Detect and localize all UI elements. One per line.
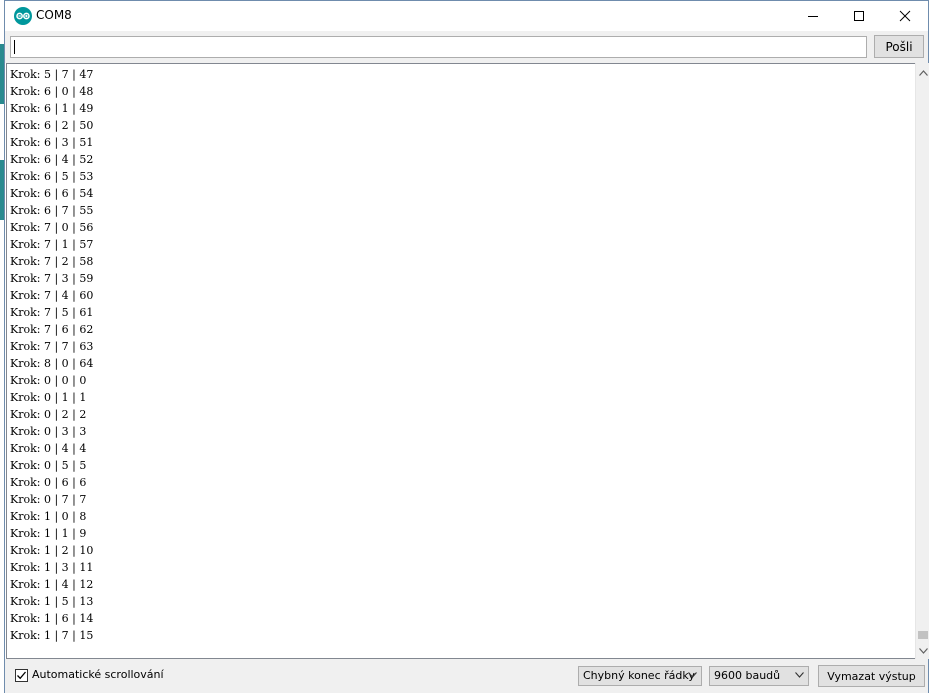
output-line: Krok: 1 | 2 | 10: [10, 544, 94, 557]
output-line: Krok: 6 | 4 | 52: [10, 153, 94, 166]
output-line: Krok: 7 | 6 | 62: [10, 323, 94, 336]
serial-output[interactable]: Krok: 5 | 7 | 47 Krok: 6 | 0 | 48 Krok: 6 …: [6, 63, 916, 659]
baud-rate-select[interactable]: 9600 baudů: [709, 666, 809, 686]
chevron-up-icon: [918, 65, 928, 79]
output-line: Krok: 1 | 1 | 9: [10, 527, 87, 540]
vertical-scrollbar[interactable]: [915, 63, 929, 659]
output-line: Krok: 7 | 4 | 60: [10, 289, 94, 302]
output-line: Krok: 1 | 3 | 11: [10, 561, 94, 574]
chevron-down-icon: [918, 643, 928, 657]
maximize-icon: [853, 10, 865, 22]
output-line: Krok: 1 | 7 | 15: [10, 629, 94, 642]
maximize-button[interactable]: [836, 1, 882, 31]
minimize-icon: [807, 10, 819, 22]
scroll-down-button[interactable]: [916, 643, 930, 657]
output-line: Krok: 7 | 5 | 61: [10, 306, 94, 319]
output-line: Krok: 0 | 1 | 1: [10, 391, 87, 404]
minimize-button[interactable]: [790, 1, 836, 31]
output-line: Krok: 6 | 0 | 48: [10, 85, 94, 98]
scroll-up-button[interactable]: [916, 65, 930, 79]
output-line: Krok: 8 | 0 | 64: [10, 357, 94, 370]
close-button[interactable]: [882, 1, 928, 31]
output-line: Krok: 0 | 2 | 2: [10, 408, 87, 421]
autoscroll-label: Automatické scrollování: [32, 668, 164, 681]
output-line: Krok: 7 | 0 | 56: [10, 221, 94, 234]
send-button[interactable]: Pošli: [874, 35, 924, 58]
clear-output-button[interactable]: Vymazat výstup: [818, 665, 925, 687]
output-line: Krok: 7 | 3 | 59: [10, 272, 94, 285]
line-ending-select[interactable]: Chybný konec řádky: [578, 666, 702, 686]
output-line: Krok: 7 | 1 | 57: [10, 238, 94, 251]
output-line: Krok: 6 | 3 | 51: [10, 136, 94, 149]
output-line: Krok: 6 | 1 | 49: [10, 102, 94, 115]
output-line: Krok: 6 | 7 | 55: [10, 204, 94, 217]
output-line: Krok: 6 | 5 | 53: [10, 170, 94, 183]
clear-output-label: Vymazat výstup: [827, 669, 916, 683]
text-caret: [14, 40, 15, 54]
scroll-thumb[interactable]: [918, 631, 928, 639]
output-line: Krok: 0 | 4 | 4: [10, 442, 87, 455]
close-icon: [899, 10, 911, 22]
send-button-label: Pošli: [885, 39, 913, 54]
baud-rate-value: 9600 baudů: [714, 669, 781, 682]
arduino-icon: [14, 7, 32, 25]
chevron-down-icon: [688, 672, 697, 678]
output-line: Krok: 0 | 5 | 5: [10, 459, 87, 472]
output-line: Krok: 5 | 7 | 47: [10, 68, 94, 81]
output-line: Krok: 0 | 6 | 6: [10, 476, 87, 489]
output-line: Krok: 0 | 3 | 3: [10, 425, 87, 438]
autoscroll-checkbox[interactable]: [15, 669, 28, 682]
output-line: Krok: 0 | 0 | 0: [10, 374, 87, 387]
output-line: Krok: 6 | 6 | 54: [10, 187, 94, 200]
output-line: Krok: 1 | 4 | 12: [10, 578, 94, 591]
output-line: Krok: 0 | 7 | 7: [10, 493, 87, 506]
send-toolbar: Pošli: [5, 31, 928, 63]
output-line: Krok: 7 | 7 | 63: [10, 340, 94, 353]
output-text: Krok: 5 | 7 | 47 Krok: 6 | 0 | 48 Krok: 6 …: [10, 66, 93, 644]
output-line: Krok: 1 | 5 | 13: [10, 595, 94, 608]
output-line: Krok: 1 | 6 | 14: [10, 612, 94, 625]
checkmark-icon: [16, 670, 27, 681]
window-title: COM8: [36, 8, 72, 22]
send-input[interactable]: [10, 36, 867, 58]
status-bar: Automatické scrollování Chybný konec řád…: [5, 659, 928, 693]
chevron-down-icon: [795, 672, 804, 678]
output-line: Krok: 7 | 2 | 58: [10, 255, 94, 268]
serial-monitor-window: COM8 Pošli Krok: 5 | 7 | 47 Krok: 6 | 0 |…: [4, 0, 929, 693]
output-line: Krok: 6 | 2 | 50: [10, 119, 94, 132]
line-ending-value: Chybný konec řádky: [583, 669, 695, 682]
output-line: Krok: 1 | 0 | 8: [10, 510, 87, 523]
title-bar[interactable]: COM8: [5, 1, 928, 31]
